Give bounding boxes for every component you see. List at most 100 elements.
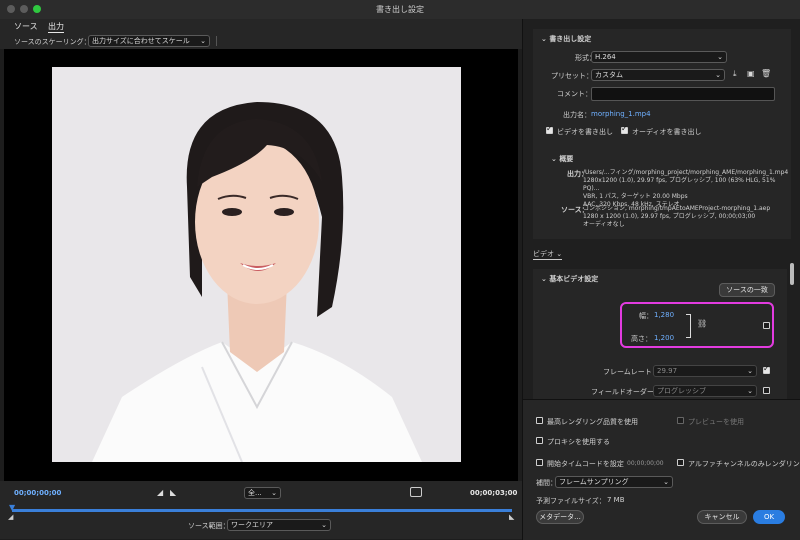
window-title: 書き出し設定 — [376, 5, 424, 14]
set-out-point-icon[interactable]: ◣ — [170, 488, 176, 497]
tab-video[interactable]: ビデオ ⌄ — [533, 249, 563, 260]
frame-rate-dropdown[interactable]: 29.97 ⌄ — [653, 365, 757, 377]
preset-label: プリセット： — [551, 72, 593, 80]
scrollbar-thumb[interactable] — [790, 263, 794, 285]
chevron-down-icon: ⌄ — [321, 521, 327, 529]
delete-preset-icon[interactable]: 🗑 — [761, 69, 771, 78]
comment-input[interactable] — [591, 87, 775, 101]
current-timecode[interactable]: 00;00;00;00 — [14, 489, 61, 497]
summary-header[interactable]: ⌄ 概要 — [551, 154, 573, 164]
height-value[interactable]: 1,200 — [654, 334, 674, 342]
preview-area — [4, 49, 518, 481]
set-start-timecode-checkbox[interactable] — [536, 459, 543, 466]
match-source-button[interactable]: ソースの一致 — [719, 283, 775, 297]
scaling-dropdown[interactable]: 出力サイズに合わせてスケール ⌄ — [88, 35, 210, 47]
format-dropdown[interactable]: H.264 ⌄ — [591, 51, 727, 63]
start-timecode-value[interactable]: 00;00;00;00 — [627, 460, 664, 467]
summary-source-line: オーディオなし — [583, 221, 625, 228]
format-value: H.264 — [595, 53, 616, 61]
interpolation-label: 補間： — [536, 479, 557, 487]
aspect-ratio-icon[interactable] — [410, 487, 422, 497]
portrait-image — [52, 67, 461, 462]
export-settings-header[interactable]: ⌄ 書き出し設定 — [541, 34, 591, 44]
chevron-down-icon: ⌄ — [747, 367, 753, 375]
save-preset-icon[interactable]: ⤓ — [733, 69, 737, 79]
chevron-down-icon: ⌄ — [541, 275, 547, 283]
unlink-icon[interactable]: ⛓ — [697, 319, 707, 328]
dimension-override-checkbox[interactable] — [763, 322, 770, 329]
export-audio-checkbox[interactable] — [621, 124, 628, 134]
summary-output-line: VBR, 1 パス, ターゲット 20.00 Mbps — [583, 193, 688, 200]
use-proxies-checkbox[interactable] — [536, 437, 543, 444]
chevron-down-icon: ⌄ — [663, 478, 669, 486]
chevron-down-icon: ⌄ — [541, 35, 547, 43]
summary-source-line: 1280 x 1200 (1.0), 29.97 fps, プログレッシブ, 0… — [583, 213, 756, 220]
import-preset-icon[interactable]: ▣ — [747, 69, 755, 78]
preview-image — [52, 67, 461, 462]
scaling-label: ソースのスケーリング： — [14, 38, 91, 46]
estimated-size-value: 7 MB — [607, 496, 625, 504]
divider — [216, 36, 217, 46]
field-order-checkbox[interactable] — [763, 387, 770, 394]
playhead-icon[interactable]: ▼ — [9, 503, 15, 512]
scaling-value: 出力サイズに合わせてスケール — [92, 37, 190, 45]
output-name-label: 出力名： — [563, 111, 591, 119]
width-value[interactable]: 1,280 — [654, 311, 674, 319]
max-render-quality-label: 最高レンダリング品質を使用 — [547, 418, 638, 426]
summary-output-line: 1280x1200 (1.0), 29.97 fps, プログレッシブ, 100… — [583, 177, 776, 192]
estimated-size-label: 予測ファイルサイズ： — [536, 497, 606, 505]
output-name-link[interactable]: morphing_1.mp4 — [591, 110, 651, 118]
chevron-down-icon: ⌄ — [717, 53, 723, 61]
field-order-value: プログレッシブ — [657, 387, 706, 395]
use-previews-checkbox[interactable] — [677, 417, 684, 424]
alpha-only-checkbox[interactable] — [677, 459, 684, 466]
source-range-label: ソース範囲： — [188, 522, 230, 530]
preset-value: カスタム — [595, 71, 623, 79]
basic-video-header[interactable]: ⌄ 基本ビデオ設定 — [541, 274, 598, 284]
timeline-track[interactable] — [12, 509, 512, 512]
alpha-only-label: アルファチャンネルのみレンダリング — [688, 460, 800, 468]
field-order-dropdown[interactable]: プログレッシブ ⌄ — [653, 385, 757, 397]
summary-source-line: コンポジション, morphing/tmpAEtoAMEProject-morp… — [583, 205, 771, 212]
zoom-dropdown[interactable]: 全... ⌄ — [244, 487, 281, 499]
scaling-bar: ソースのスケーリング： 出力サイズに合わせてスケール ⌄ — [0, 33, 522, 49]
summary-source-text: コンポジション, morphing/tmpAEtoAMEProject-morp… — [583, 205, 770, 229]
chevron-down-icon: ⌄ — [747, 387, 753, 395]
comment-label: コメント： — [557, 90, 592, 98]
tab-source[interactable]: ソース — [14, 21, 38, 32]
cancel-button[interactable]: キャンセル — [697, 510, 747, 524]
chevron-down-icon: ⌄ — [200, 37, 206, 45]
zoom-value: 全... — [248, 489, 262, 497]
source-output-tabs: ソース 出力 — [0, 19, 522, 33]
field-order-label: フィールドオーダー： — [591, 388, 661, 396]
out-point-handle-icon[interactable]: ◣ — [509, 513, 514, 521]
source-range-value: ワークエリア — [231, 521, 273, 529]
export-settings-section: ⌄ 書き出し設定 形式： H.264 ⌄ プリセット： カスタム ⌄ ⤓ ▣ 🗑… — [533, 29, 791, 239]
frame-rate-checkbox[interactable] — [763, 364, 770, 374]
tab-output[interactable]: 出力 — [48, 21, 64, 33]
link-bracket — [686, 314, 691, 338]
basic-video-section: ⌄ 基本ビデオ設定 ソースの一致 幅： 1,280 高さ： 1,200 ⛓ フレ… — [533, 269, 787, 399]
export-video-checkbox[interactable] — [546, 124, 553, 134]
end-timecode: 00;00;03;00 — [470, 489, 518, 497]
basic-video-title: 基本ビデオ設定 — [549, 275, 599, 283]
chevron-down-icon: ⌄ — [715, 71, 721, 79]
height-label: 高さ： — [631, 335, 652, 343]
export-audio-label: オーディオを書き出し — [632, 128, 702, 136]
ok-button[interactable]: OK — [753, 510, 785, 524]
preset-dropdown[interactable]: カスタム ⌄ — [591, 69, 725, 81]
set-start-timecode-label: 開始タイムコードを設定 — [547, 460, 624, 468]
metadata-button[interactable]: メタデータ... — [536, 510, 584, 524]
frame-rate-label: フレームレート： — [603, 368, 659, 376]
summary-output-text: /Users/...フィング/morphing_project/morphing… — [583, 169, 791, 209]
summary-output-line: /Users/...フィング/morphing_project/morphing… — [583, 169, 789, 176]
max-render-quality-checkbox[interactable] — [536, 417, 543, 424]
source-range-dropdown[interactable]: ワークエリア ⌄ — [227, 519, 331, 531]
summary-title: 概要 — [559, 155, 574, 163]
timeline-bar: 00;00;00;00 ◢ ◣ 全... ⌄ 00;00;03;00 ▼ ◢ ◣… — [0, 481, 522, 539]
interpolation-dropdown[interactable]: フレームサンプリング ⌄ — [555, 476, 673, 488]
in-point-handle-icon[interactable]: ◢ — [8, 513, 13, 521]
set-in-point-icon[interactable]: ◢ — [157, 488, 163, 497]
chevron-down-icon: ⌄ — [556, 250, 563, 258]
use-previews-label: プレビューを使用 — [688, 418, 744, 426]
